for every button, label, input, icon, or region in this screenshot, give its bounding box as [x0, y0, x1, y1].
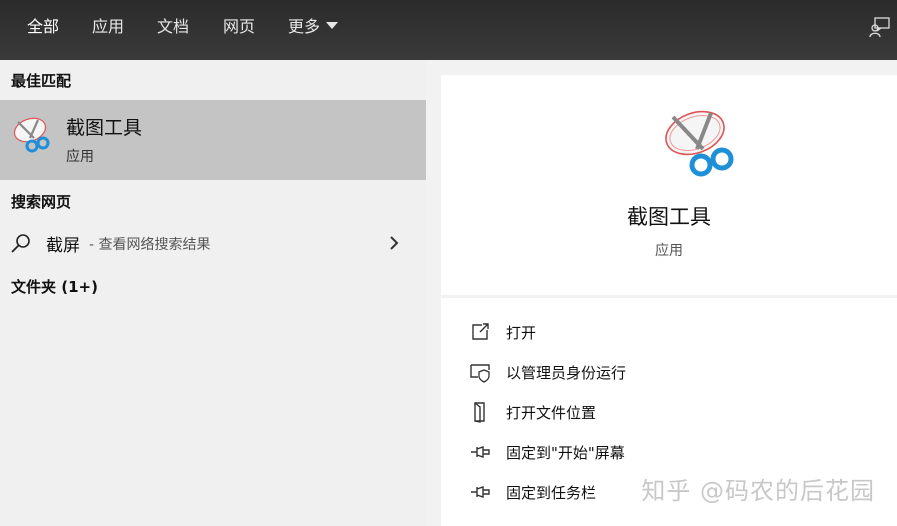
top-bar: 全部 应用 文档 网页 更多	[0, 0, 897, 60]
detail-type: 应用	[655, 243, 683, 259]
action-open-label: 打开	[506, 324, 537, 342]
feedback-icon[interactable]	[869, 16, 891, 38]
action-pin-to-start[interactable]: 固定到"开始"屏幕	[441, 436, 897, 468]
section-search-web: 搜索网页	[11, 193, 72, 211]
pin-icon	[471, 486, 490, 498]
watermark: 知乎 @码农的后花园	[641, 477, 875, 505]
app-detail-card: 截图工具 应用	[441, 75, 897, 295]
web-hint: - 查看网络搜索结果	[89, 237, 211, 253]
shield-icon	[470, 364, 490, 383]
section-best-match: 最佳匹配	[11, 72, 72, 90]
best-match-type: 应用	[66, 149, 94, 165]
tab-web[interactable]: 网页	[223, 14, 255, 40]
web-query: 截屏	[46, 236, 80, 256]
detail-title: 截图工具	[627, 205, 711, 229]
action-open-file-location-label: 打开文件位置	[506, 404, 597, 422]
results-pane: 最佳匹配 截图工具 应用 搜索网页 截屏 - 查看网络搜索结果 文件夹 (1+)	[0, 60, 426, 526]
best-match-item[interactable]: 截图工具 应用	[0, 100, 426, 180]
action-open-file-location[interactable]: 打开文件位置	[441, 396, 897, 428]
tab-all[interactable]: 全部	[27, 14, 59, 40]
action-run-as-admin-label: 以管理员身份运行	[506, 364, 627, 382]
detail-pane: 截图工具 应用 打开 以管理员身份运行 打开文件位置 固定到"开始"屏幕 固定到…	[426, 60, 897, 526]
tab-apps[interactable]: 应用	[92, 14, 124, 40]
tab-more-label: 更多	[288, 17, 321, 36]
action-open[interactable]: 打开	[441, 316, 897, 348]
best-match-name: 截图工具	[66, 117, 143, 139]
action-pin-to-start-label: 固定到"开始"屏幕	[506, 444, 625, 462]
tab-more[interactable]: 更多	[288, 14, 339, 40]
section-folders: 文件夹 (1+)	[11, 278, 98, 296]
tab-documents[interactable]: 文档	[157, 14, 189, 40]
action-pin-to-taskbar-label: 固定到任务栏	[506, 484, 597, 502]
open-icon	[472, 323, 489, 340]
search-icon	[11, 234, 30, 253]
chevron-down-icon	[326, 22, 339, 29]
file-location-icon	[474, 402, 485, 423]
snipping-tool-large-icon	[665, 110, 734, 177]
action-run-as-admin[interactable]: 以管理员身份运行	[441, 356, 897, 388]
chevron-right-icon[interactable]	[388, 234, 400, 252]
snipping-tool-icon	[13, 117, 50, 153]
pin-icon	[471, 446, 490, 458]
web-search-result[interactable]: 截屏 - 查看网络搜索结果	[0, 226, 426, 262]
